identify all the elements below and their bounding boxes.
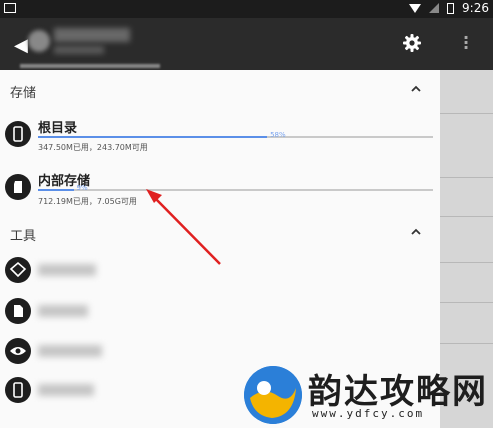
- watermark-url: www.ydfcy.com: [312, 407, 425, 420]
- watermark: 韵达攻略网 www.ydfcy.com: [240, 360, 493, 428]
- watermark-logo-icon: [244, 366, 302, 424]
- watermark-brand: 韵达攻略网: [308, 372, 488, 412]
